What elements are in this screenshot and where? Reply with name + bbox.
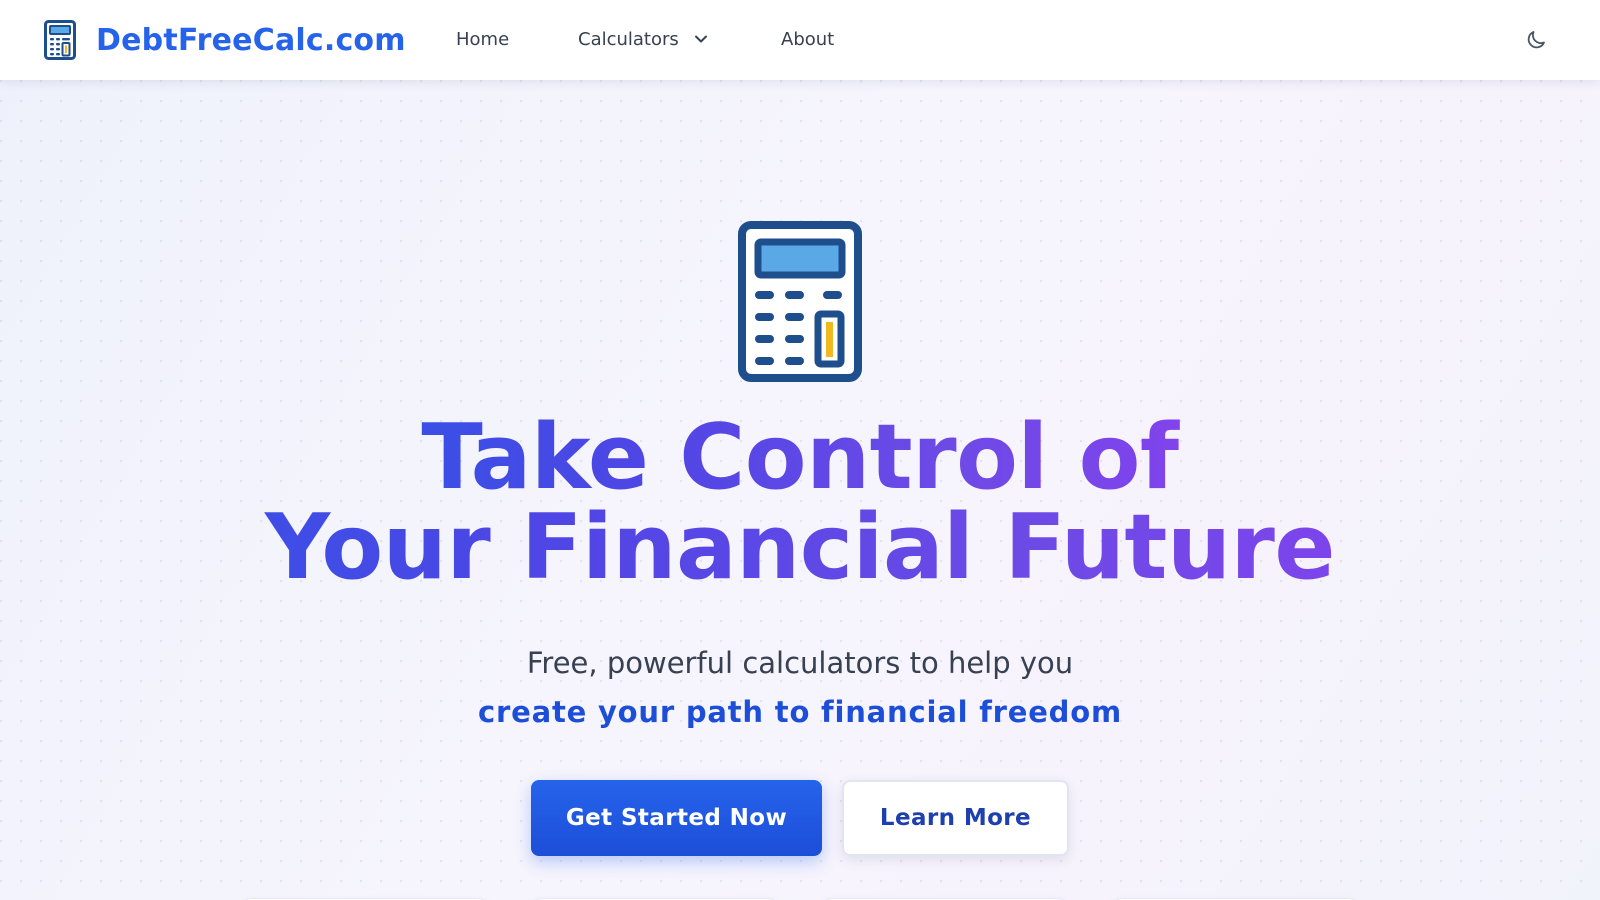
hero-subtitle-emphasis: create your path to financial freedom [478, 695, 1122, 729]
nav-link-home-label: Home [456, 28, 510, 50]
get-started-button-label: Get Started Now [565, 805, 788, 831]
hero-title-line-2: Your Financial Future [0, 503, 1600, 593]
nav-link-about-label: About [781, 28, 835, 50]
get-started-button[interactable]: Get Started Now [531, 780, 822, 856]
top-navbar: DebtFreeCalc.com Home Calculators About [0, 0, 1600, 80]
learn-more-button-label: Learn More [879, 805, 1032, 831]
theme-toggle-button[interactable] [1522, 26, 1550, 54]
nav-link-calculators-label: Calculators [578, 28, 679, 50]
calculator-icon [738, 221, 862, 382]
nav-link-home[interactable]: Home [456, 26, 509, 52]
brand-logo-link[interactable]: DebtFreeCalc.com [44, 20, 406, 60]
calculator-icon [44, 20, 76, 60]
chevron-down-icon [693, 31, 709, 47]
hero-title: Take Control of Your Financial Future [0, 413, 1600, 593]
learn-more-button[interactable]: Learn More [842, 780, 1069, 856]
hero-section: Take Control of Your Financial Future Fr… [0, 80, 1600, 900]
moon-icon [1524, 28, 1548, 52]
nav-dropdown-calculators[interactable]: Calculators [578, 26, 709, 52]
hero-subtitle: Free, powerful calculators to help you [526, 646, 1074, 680]
brand-name: DebtFreeCalc.com [96, 22, 406, 58]
hero-title-line-1: Take Control of [0, 413, 1600, 503]
nav-link-about[interactable]: About [781, 26, 834, 52]
